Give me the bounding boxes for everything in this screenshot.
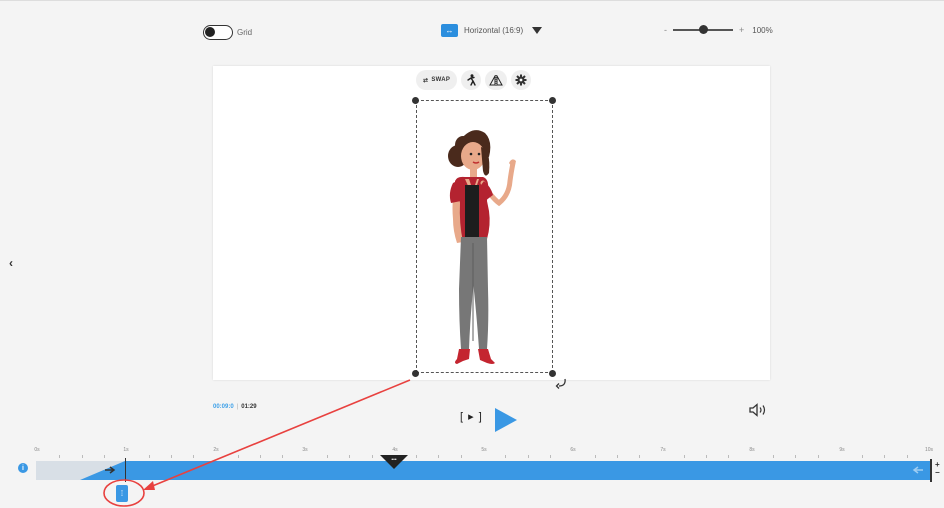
- total-time: 01:29: [241, 404, 257, 410]
- annotation-arrowhead: [143, 481, 155, 490]
- preview-scene-button[interactable]: [ ▸ ]: [460, 410, 483, 423]
- ruler-tick: [349, 455, 351, 458]
- grid-toggle-switch[interactable]: [203, 25, 233, 40]
- ruler-tick: [616, 455, 618, 458]
- timeline-zoom-out[interactable]: −: [935, 469, 940, 477]
- ruler-tick: [906, 455, 908, 458]
- ruler-tick: [103, 455, 105, 458]
- ruler-label: 9s: [839, 447, 845, 453]
- ruler-tick: [706, 455, 707, 458]
- info-icon[interactable]: i: [18, 463, 28, 473]
- ruler-label: 3s: [302, 447, 308, 453]
- exit-arrow-icon[interactable]: [910, 465, 924, 475]
- ruler-tick: [148, 455, 150, 458]
- ruler-label: 8s: [749, 447, 755, 453]
- swap-label: SWAP: [431, 77, 451, 83]
- enter-arrow-icon[interactable]: [104, 465, 118, 475]
- ruler-tick: [260, 455, 261, 458]
- character-selection-box[interactable]: [416, 100, 553, 373]
- ruler-tick: [862, 455, 864, 458]
- ruler-tick: [728, 455, 730, 458]
- ruler-tick: [460, 455, 462, 458]
- ruler-tick: [683, 455, 685, 458]
- horizontal-arrows-icon: ↔: [441, 24, 458, 37]
- character-toolbar: ⇄ SWAP: [416, 70, 532, 90]
- zoom-slider[interactable]: [673, 25, 733, 34]
- enter-transition-ramp[interactable]: [80, 461, 125, 480]
- ruler-tick: [594, 455, 596, 458]
- ruler-tick: [639, 455, 641, 458]
- ruler-label: 0s: [34, 447, 40, 453]
- ruler-tick: [505, 455, 507, 458]
- timeline-clip-bar[interactable]: [125, 461, 930, 480]
- ruler-tick: [549, 455, 551, 458]
- timeline-end-marker[interactable]: [930, 459, 932, 482]
- playhead[interactable]: [125, 458, 126, 482]
- resize-handle-top-left[interactable]: [412, 97, 419, 104]
- swap-icon: ⇄: [423, 77, 429, 84]
- character-figure[interactable]: [417, 101, 552, 372]
- character-keyframe-handle[interactable]: ⁞: [116, 485, 128, 502]
- ruler-tick: [527, 455, 529, 458]
- zoom-value: 100%: [752, 25, 773, 35]
- timeline-zoom-controls: + −: [935, 461, 940, 477]
- ruler-tick: [438, 455, 440, 458]
- grid-toggle[interactable]: Grid: [203, 25, 252, 40]
- grid-label: Grid: [237, 28, 253, 37]
- ruler-tick: [81, 455, 83, 458]
- action-button[interactable]: [461, 70, 482, 90]
- ruler-tick: [795, 455, 797, 458]
- resize-handle-top-right[interactable]: [549, 97, 556, 104]
- play-icon[interactable]: [495, 408, 517, 432]
- flip-button[interactable]: [485, 70, 508, 90]
- ruler-tick: [326, 455, 328, 458]
- ruler-tick: [237, 455, 239, 458]
- settings-button[interactable]: [511, 70, 532, 90]
- toggle-knob: [205, 27, 215, 37]
- grip-icon: ⁞: [120, 489, 124, 498]
- ruler-tick: [59, 455, 61, 458]
- settings-gear-icon: [515, 74, 527, 86]
- ruler-label: 2s: [213, 447, 219, 453]
- ruler-tick: [772, 455, 774, 458]
- swap-button[interactable]: ⇄ SWAP: [416, 70, 458, 90]
- action-figure-icon: [467, 74, 476, 86]
- ruler-tick: [170, 455, 172, 458]
- ruler-tick: [817, 455, 819, 458]
- ruler-tick: [416, 455, 418, 458]
- orientation-label: Horizontal (16:9): [464, 26, 524, 35]
- rotate-icon[interactable]: [555, 376, 569, 390]
- top-bar: Grid ↔ Horizontal (16:9) - + 100%: [0, 0, 944, 60]
- ruler-tick: [282, 455, 284, 458]
- marker-dots: •••: [391, 457, 397, 463]
- time-separator: |: [236, 404, 239, 410]
- current-time: 00:09:0: [213, 404, 234, 410]
- ruler-label: 5s: [481, 447, 487, 453]
- scene-marker[interactable]: •••: [380, 455, 408, 469]
- ruler-tick: [884, 455, 886, 458]
- orientation-dropdown[interactable]: ↔ Horizontal (16:9): [441, 24, 543, 37]
- ruler-label: 6s: [570, 447, 576, 453]
- collapse-left-icon[interactable]: ‹: [9, 256, 13, 270]
- timeline-ruler: 0s 1s 2s 3s 4s 5s 6s 7s 8s 9s 10s: [0, 447, 944, 455]
- flip-icon: [489, 74, 504, 86]
- ruler-label: 4s: [392, 447, 398, 453]
- ruler-label: 10s: [924, 447, 934, 453]
- zoom-control: - + 100%: [664, 25, 773, 35]
- caret-down-icon[interactable]: [532, 27, 543, 34]
- zoom-out-button[interactable]: -: [664, 25, 667, 35]
- ruler-label: 7s: [660, 447, 666, 453]
- zoom-slider-knob[interactable]: [698, 25, 708, 34]
- resize-handle-bottom-left[interactable]: [412, 370, 419, 377]
- ruler-tick: [193, 455, 195, 458]
- zoom-in-button[interactable]: +: [739, 25, 744, 35]
- ruler-label: 1s: [123, 447, 129, 453]
- ruler-tick: [371, 455, 373, 458]
- time-display: 00:09:0 | 01:29: [213, 404, 257, 410]
- volume-icon[interactable]: [749, 403, 769, 417]
